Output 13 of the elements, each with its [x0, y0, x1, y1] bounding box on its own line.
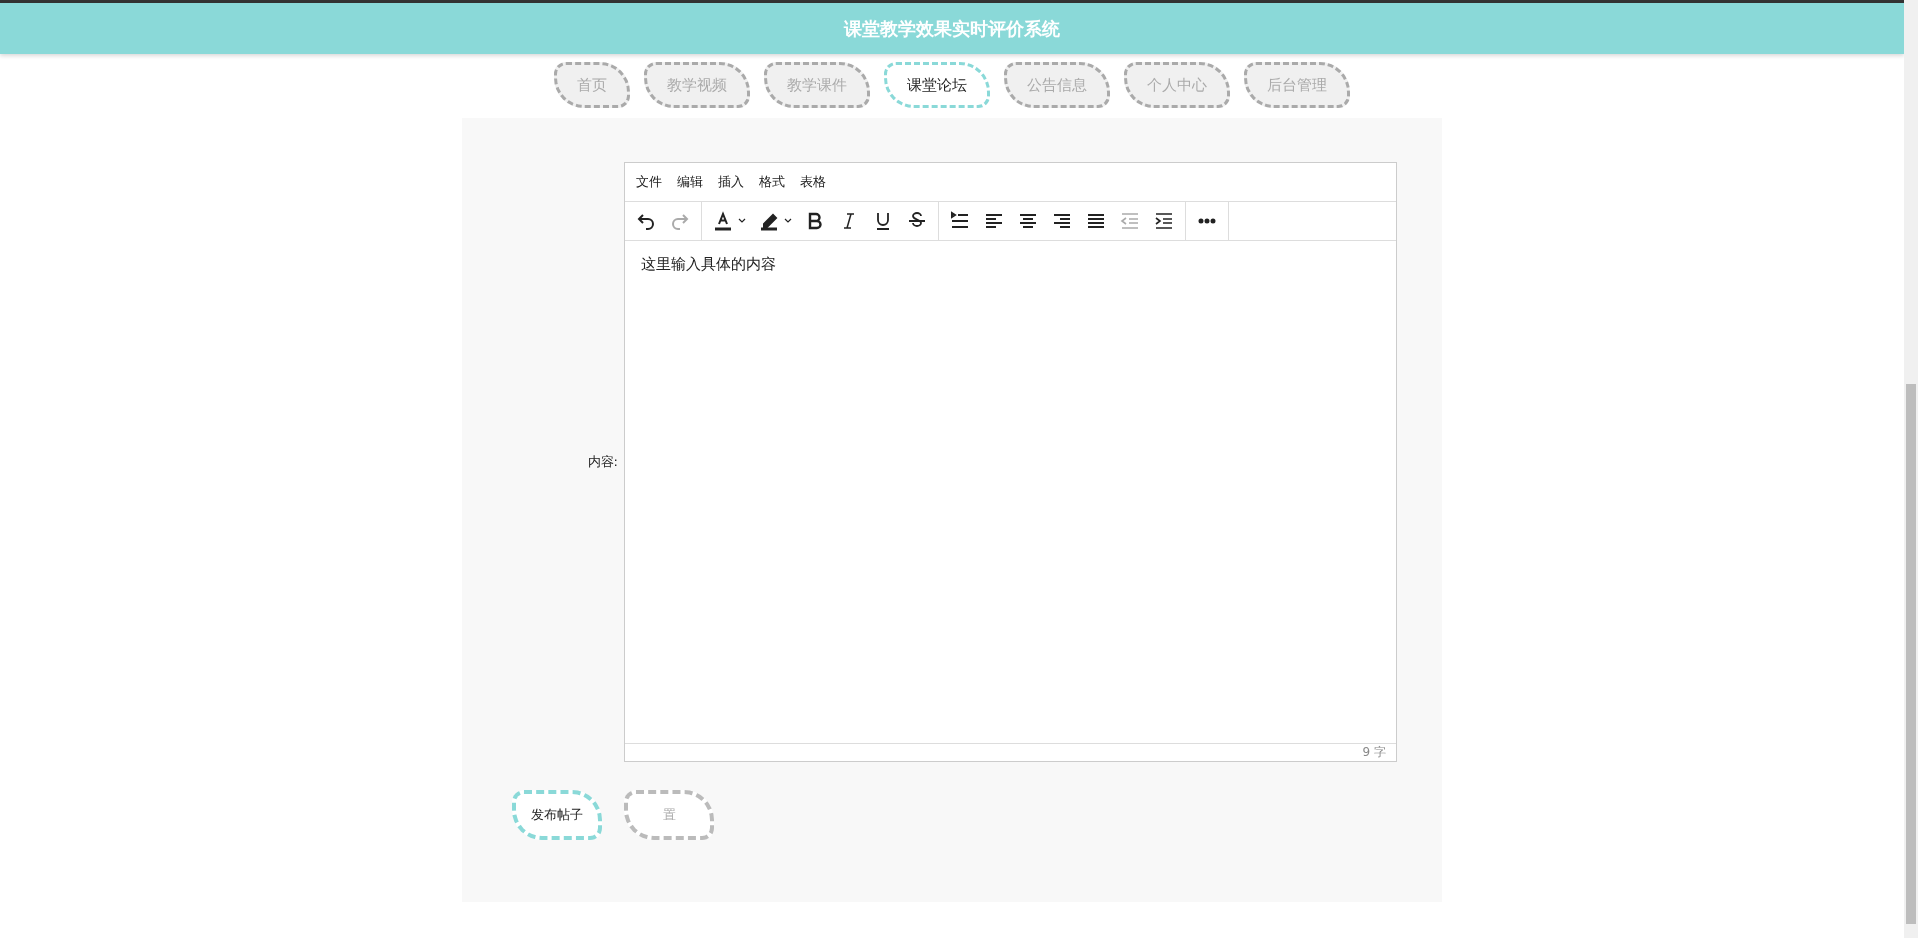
menu-item[interactable]: 编辑 [677, 173, 703, 191]
field-label: 内容: [586, 453, 619, 471]
menu-item[interactable]: 文件 [636, 173, 662, 191]
word-count: 9 字 [1362, 744, 1386, 761]
nav-tab[interactable]: 课堂论坛 [884, 62, 990, 108]
editor-text: 这里输入具体的内容 [641, 255, 777, 274]
editor-text-area[interactable]: 这里输入具体的内容 [625, 241, 1396, 743]
menu-item[interactable]: 格式 [759, 173, 785, 191]
menu-item[interactable]: 表格 [800, 173, 826, 191]
site-title: 课堂教学效果实时评价系统 [844, 16, 1060, 41]
scrollbar[interactable] [1904, 0, 1918, 938]
menu-item[interactable]: 插入 [718, 173, 744, 191]
submit-button[interactable]: 发布帖子 [512, 790, 602, 840]
